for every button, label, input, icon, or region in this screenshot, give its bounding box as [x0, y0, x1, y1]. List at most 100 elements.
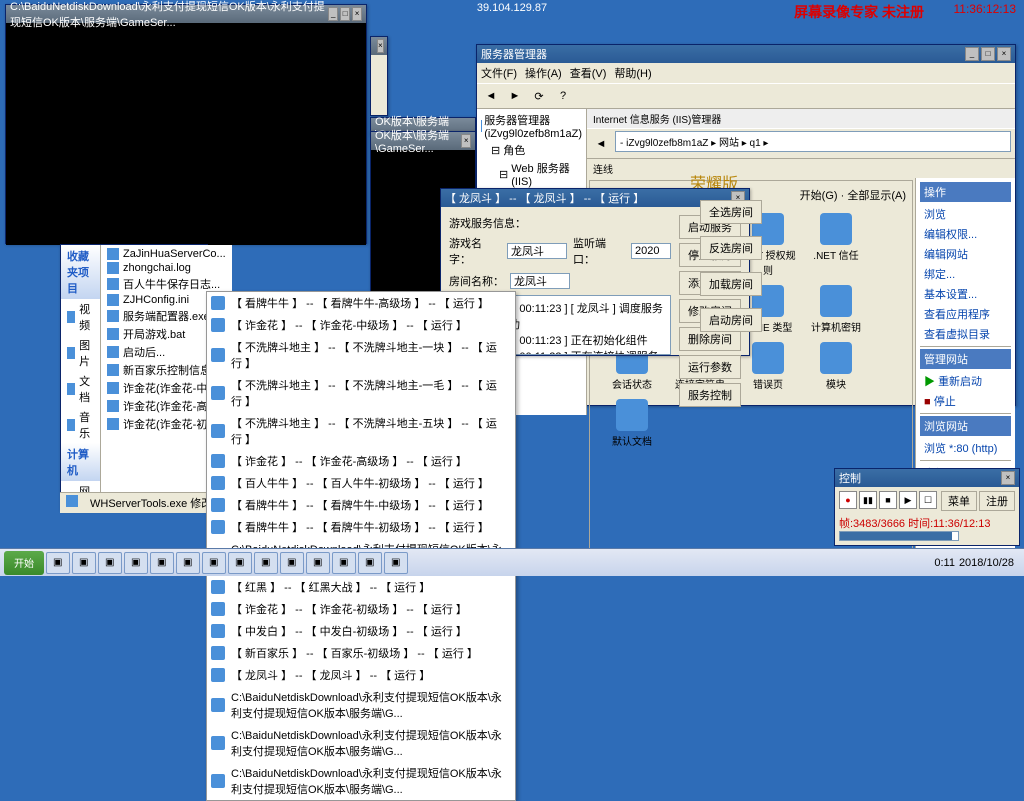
popup-menu-item[interactable]: 【 诈金花 】 -- 【 诈金花-高级场 】 -- 【 运行 】 — [207, 450, 515, 472]
menu-bar[interactable]: 文件(F) 操作(A) 查看(V) 帮助(H) — [477, 63, 1015, 83]
sidebar-header[interactable]: 收藏夹项目 — [61, 245, 100, 299]
sidebar-header[interactable]: 计算机 — [61, 443, 100, 481]
close-icon[interactable]: × — [997, 47, 1011, 61]
popup-menu-item[interactable]: 【 中发白 】 -- 【 中发白-初级场 】 -- 【 运行 】 — [207, 620, 515, 642]
explorer-window[interactable]: 收藏夹项目视频图片文档音乐计算机网络 ZaJinHuaServerCo...zh… — [60, 244, 208, 510]
task-item[interactable]: ▣ — [202, 552, 226, 574]
start-button[interactable]: 开始 — [4, 551, 44, 575]
rec-stop-icon[interactable]: ■ — [879, 491, 897, 509]
back-icon[interactable]: ◄ — [591, 134, 611, 154]
system-tray[interactable]: 0:11 2018/10/28 — [928, 557, 1020, 569]
popup-menu-item[interactable]: 【 不洗牌斗地主 】 -- 【 不洗牌斗地主-一毛 】 -- 【 运行 】 — [207, 374, 515, 412]
popup-menu-item[interactable]: 【 看牌牛牛 】 -- 【 看牌牛牛-中级场 】 -- 【 运行 】 — [207, 494, 515, 516]
close-icon[interactable]: × — [1001, 471, 1015, 485]
close-icon[interactable]: × — [352, 7, 362, 21]
sidebar-item[interactable]: 图片 — [61, 335, 100, 371]
action-item[interactable]: 编辑权限... — [920, 224, 1011, 244]
action-item[interactable]: 查看虚拟目录 — [920, 324, 1011, 344]
action-item[interactable]: 查看应用程序 — [920, 304, 1011, 324]
menu-view[interactable]: 查看(V) — [570, 65, 607, 81]
task-item[interactable]: ▣ — [332, 552, 356, 574]
popup-menu-item[interactable]: 【 不洗牌斗地主 】 -- 【 不洗牌斗地主-一块 】 -- 【 运行 】 — [207, 336, 515, 374]
port-input[interactable] — [631, 243, 671, 259]
task-item[interactable]: ▣ — [124, 552, 148, 574]
progress-bar[interactable] — [839, 531, 959, 541]
action-item[interactable]: 编辑网站 — [920, 244, 1011, 264]
popup-menu-item[interactable]: 【 看牌牛牛 】 -- 【 看牌牛牛-高级场 】 -- 【 运行 】 — [207, 292, 515, 314]
show-all[interactable]: 全部显示(A) — [847, 190, 906, 202]
popup-menu-item[interactable]: 【 新百家乐 】 -- 【 百家乐-初级场 】 -- 【 运行 】 — [207, 642, 515, 664]
iis-feature-icon[interactable]: 模块 — [806, 342, 866, 391]
menu-help[interactable]: 帮助(H) — [614, 65, 651, 81]
popup-menu-item[interactable]: 【 诈金花 】 -- 【 诈金花-中级场 】 -- 【 运行 】 — [207, 314, 515, 336]
room-action-button[interactable]: 启动房间 — [700, 308, 762, 332]
room-action-button[interactable]: 反选房间 — [700, 236, 762, 260]
popup-menu-item[interactable]: 【 不洗牌斗地主 】 -- 【 不洗牌斗地主-五块 】 -- 【 运行 】 — [207, 412, 515, 450]
sidebar-item[interactable]: 音乐 — [61, 407, 100, 443]
popup-menu-item[interactable]: 【 龙凤斗 】 -- 【 龙凤斗 】 -- 【 运行 】 — [207, 664, 515, 686]
task-item[interactable]: ▣ — [46, 552, 70, 574]
task-item[interactable]: ▣ — [254, 552, 278, 574]
breadcrumb[interactable]: - iZvg9l0zefb8m1aZ ▸ 网站 ▸ q1 ▸ — [615, 131, 1011, 152]
tree-web[interactable]: ⊟ Web 服务器 (IIS) — [479, 159, 584, 189]
room-action-button[interactable]: 加载房间 — [700, 272, 762, 296]
cmd-body[interactable] — [6, 23, 366, 245]
popup-menu-item[interactable]: 【 红黑 】 -- 【 红黑大战 】 -- 【 运行 】 — [207, 576, 515, 598]
popup-menu-item[interactable]: 【 百人牛牛 】 -- 【 百人牛牛-初级场 】 -- 【 运行 】 — [207, 472, 515, 494]
menu-action[interactable]: 操作(A) — [525, 65, 562, 81]
popup-menu-item[interactable]: 【 诈金花 】 -- 【 诈金花-初级场 】 -- 【 运行 】 — [207, 598, 515, 620]
iis-feature-icon[interactable]: 计算机密钥 — [806, 285, 866, 334]
sidebar-item[interactable]: 视频 — [61, 299, 100, 335]
sidebar-item[interactable]: 文档 — [61, 371, 100, 407]
popup-menu-item[interactable]: C:\BaiduNetdiskDownload\永利支付提现短信OK版本\永利支… — [207, 724, 515, 762]
task-item[interactable]: ▣ — [72, 552, 96, 574]
rec-play-icon[interactable]: ▶ — [899, 491, 917, 509]
menu-file[interactable]: 文件(F) — [481, 65, 517, 81]
popup-menu-item[interactable]: C:\BaiduNetdiskDownload\永利支付提现短信OK版本\永利支… — [207, 686, 515, 724]
task-item[interactable]: ▣ — [384, 552, 408, 574]
minimize-icon[interactable]: _ — [328, 7, 338, 21]
game-action-button[interactable]: 服务控制 — [679, 383, 741, 407]
maximize-icon[interactable]: □ — [981, 47, 995, 61]
register-button[interactable]: 注册 — [979, 491, 1015, 511]
task-item[interactable]: ▣ — [150, 552, 174, 574]
tree-root[interactable]: 服务器管理器 (iZvg9l0zefb8m1aZ) — [479, 111, 584, 141]
task-item[interactable]: ▣ — [228, 552, 252, 574]
action-restart[interactable]: ▶ 重新启动 — [920, 371, 1011, 391]
rec-capture-icon[interactable]: ☐ — [919, 491, 937, 509]
back-icon[interactable]: ◄ — [481, 86, 501, 106]
fwd-icon[interactable]: ► — [505, 86, 525, 106]
task-item[interactable]: ▣ — [306, 552, 330, 574]
game-name-input[interactable] — [507, 243, 567, 259]
minimize-icon[interactable]: _ — [965, 47, 979, 61]
action-stop[interactable]: ■ 停止 — [920, 391, 1011, 411]
action-item[interactable]: 绑定... — [920, 264, 1011, 284]
task-item[interactable]: ▣ — [280, 552, 304, 574]
taskbar-popup[interactable]: 【 看牌牛牛 】 -- 【 看牌牛牛-高级场 】 -- 【 运行 】【 诈金花 … — [206, 291, 516, 801]
task-item[interactable]: ▣ — [98, 552, 122, 574]
file-row[interactable]: zhongchai.log — [103, 261, 230, 275]
popup-menu-item[interactable]: C:\BaiduNetdiskDownload\永利支付提现短信OK版本\永利支… — [207, 762, 515, 800]
refresh-icon[interactable]: ⟳ — [529, 86, 549, 106]
menu-button[interactable]: 菜单 — [941, 491, 977, 511]
help-icon[interactable]: ? — [553, 86, 573, 106]
tab-iis[interactable]: Internet 信息服务 (IIS)管理器 — [587, 109, 1015, 128]
action-browse[interactable]: 浏览 *:80 (http) — [920, 438, 1011, 458]
view-dd[interactable]: 开始(G) · — [800, 190, 848, 202]
file-row[interactable]: ZaJinHuaServerCo... — [103, 247, 230, 261]
cmd-window[interactable]: C:\BaiduNetdiskDownload\永利支付提现短信OK版本\永利支… — [5, 4, 367, 244]
taskbar[interactable]: 开始 ▣ ▣ ▣ ▣ ▣ ▣ ▣ ▣ ▣ ▣ ▣ ▣ ▣ ▣ 0:11 2018… — [0, 548, 1024, 576]
popup-menu-item[interactable]: 【 看牌牛牛 】 -- 【 看牌牛牛-初级场 】 -- 【 运行 】 — [207, 516, 515, 538]
rec-record-icon[interactable]: ● — [839, 491, 857, 509]
room-input[interactable] — [510, 273, 570, 289]
task-item[interactable]: ▣ — [358, 552, 382, 574]
recorder-window[interactable]: 控制× ● ▮▮ ■ ▶ ☐ 菜单 注册 帧:3483/3666 时间:11:3… — [834, 468, 1020, 546]
game-action-button[interactable]: 运行参数 — [679, 355, 741, 379]
iis-feature-icon[interactable]: .NET 信任 — [806, 213, 866, 277]
close-icon[interactable]: × — [377, 39, 384, 53]
maximize-icon[interactable]: □ — [340, 7, 350, 21]
action-item[interactable]: 基本设置... — [920, 284, 1011, 304]
tree-roles[interactable]: ⊟ 角色 — [479, 141, 584, 159]
action-item[interactable]: 浏览 — [920, 204, 1011, 224]
room-action-button[interactable]: 全选房间 — [700, 200, 762, 224]
